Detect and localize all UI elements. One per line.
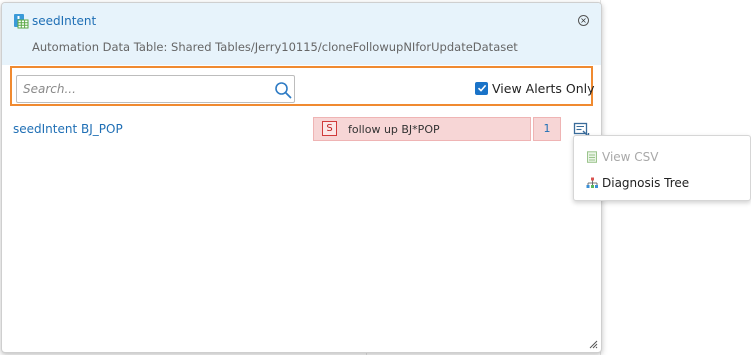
menu-item-label: View CSV xyxy=(602,150,659,164)
seed-badge: S xyxy=(322,121,337,136)
menu-item-label: Diagnosis Tree xyxy=(602,176,690,190)
export-context-menu: View CSV Diagnosis Tree xyxy=(573,135,751,201)
data-table-icon xyxy=(14,14,29,29)
alert-intent-cell: S follow up BJ*POP xyxy=(313,117,531,141)
popup-subtitle: Automation Data Table: Shared Tables/Jer… xyxy=(32,40,518,54)
view-alerts-only-toggle[interactable]: View Alerts Only xyxy=(475,80,595,96)
search-toolbar: View Alerts Only xyxy=(10,66,595,106)
csv-file-icon xyxy=(587,151,597,163)
tree-icon xyxy=(586,177,598,188)
resize-handle-icon[interactable] xyxy=(588,339,598,349)
popup-header: seedIntent × Automation Data Table: Shar… xyxy=(2,3,601,65)
close-button[interactable]: × xyxy=(578,15,589,26)
result-name-link[interactable]: seedIntent BJ_POP xyxy=(13,121,123,137)
view-alerts-only-checkbox[interactable] xyxy=(475,81,488,95)
alert-count-link[interactable]: 1 xyxy=(533,117,561,141)
view-alerts-only-label[interactable]: View Alerts Only xyxy=(492,81,595,96)
menu-item-diagnosis-tree[interactable]: Diagnosis Tree xyxy=(574,171,750,195)
intent-text: follow up BJ*POP xyxy=(348,123,440,136)
search-input[interactable] xyxy=(23,79,263,99)
checkmark-icon xyxy=(477,84,486,92)
popup-title: seedIntent xyxy=(32,14,97,28)
menu-item-view-csv[interactable]: View CSV xyxy=(574,145,750,169)
search-icon[interactable] xyxy=(274,81,292,99)
seed-intent-popup: seedIntent × Automation Data Table: Shar… xyxy=(1,2,602,353)
search-box xyxy=(16,75,295,103)
